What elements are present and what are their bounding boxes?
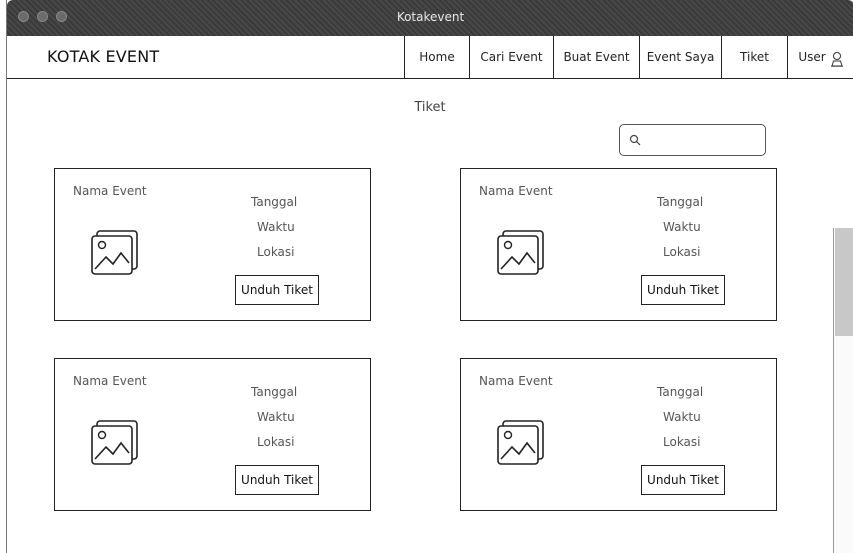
event-name: Nama Event bbox=[73, 374, 147, 388]
image-icon bbox=[497, 229, 545, 281]
event-time: Waktu bbox=[257, 410, 295, 424]
nav-event-saya[interactable]: Event Saya bbox=[639, 36, 721, 78]
nav-cari-event-label: Cari Event bbox=[480, 50, 543, 64]
nav-cari-event[interactable]: Cari Event bbox=[469, 36, 553, 78]
event-time: Waktu bbox=[663, 410, 701, 424]
event-location: Lokasi bbox=[663, 245, 701, 259]
nav-buat-event-label: Buat Event bbox=[563, 50, 630, 64]
nav-home[interactable]: Home bbox=[404, 36, 469, 78]
nav-tiket[interactable]: Tiket bbox=[721, 36, 787, 78]
nav-home-label: Home bbox=[419, 50, 455, 64]
event-name: Nama Event bbox=[73, 184, 147, 198]
nav-user[interactable]: User bbox=[787, 36, 853, 78]
app-window: Kotakevent KOTAK EVENT Home Cari Event B… bbox=[6, 0, 853, 553]
title-bar: Kotakevent bbox=[7, 0, 853, 36]
event-name: Nama Event bbox=[479, 374, 553, 388]
window-title: Kotakevent bbox=[396, 10, 465, 24]
vertical-scrollbar[interactable] bbox=[833, 228, 853, 553]
scrollbar-thumb[interactable] bbox=[835, 228, 853, 336]
user-icon bbox=[830, 51, 844, 70]
nav-user-label: User bbox=[798, 50, 826, 64]
search-box[interactable] bbox=[619, 124, 766, 156]
page-title: Tiket bbox=[414, 100, 446, 115]
ticket-card: Nama Event Tanggal Waktu Lokasi Unduh Ti… bbox=[460, 168, 777, 321]
image-icon bbox=[91, 229, 139, 281]
event-date: Tanggal bbox=[657, 385, 704, 399]
ticket-card: Nama Event Tanggal Waktu Lokasi Unduh Ti… bbox=[54, 358, 371, 511]
event-location: Lokasi bbox=[663, 435, 701, 449]
brand-logo-text[interactable]: KOTAK EVENT bbox=[47, 47, 159, 66]
download-ticket-button[interactable]: Unduh Tiket bbox=[641, 465, 725, 495]
ticket-card: Nama Event Tanggal Waktu Lokasi Unduh Ti… bbox=[460, 358, 777, 511]
event-date: Tanggal bbox=[657, 195, 704, 209]
image-icon bbox=[91, 419, 139, 471]
event-name: Nama Event bbox=[479, 184, 553, 198]
ticket-card: Nama Event Tanggal Waktu Lokasi Unduh Ti… bbox=[54, 168, 371, 321]
search-input[interactable] bbox=[648, 130, 762, 152]
top-navbar: KOTAK EVENT Home Cari Event Buat Event E… bbox=[7, 36, 853, 79]
download-ticket-button[interactable]: Unduh Tiket bbox=[235, 465, 319, 495]
search-icon bbox=[629, 134, 641, 146]
nav-buat-event[interactable]: Buat Event bbox=[553, 36, 639, 78]
event-time: Waktu bbox=[663, 220, 701, 234]
nav-event-saya-label: Event Saya bbox=[646, 50, 715, 64]
image-icon bbox=[497, 419, 545, 471]
download-ticket-button[interactable]: Unduh Tiket bbox=[641, 275, 725, 305]
event-time: Waktu bbox=[257, 220, 295, 234]
download-ticket-button[interactable]: Unduh Tiket bbox=[235, 275, 319, 305]
event-location: Lokasi bbox=[257, 245, 295, 259]
event-location: Lokasi bbox=[257, 435, 295, 449]
event-date: Tanggal bbox=[251, 385, 298, 399]
event-date: Tanggal bbox=[251, 195, 298, 209]
nav-tiket-label: Tiket bbox=[740, 50, 769, 64]
